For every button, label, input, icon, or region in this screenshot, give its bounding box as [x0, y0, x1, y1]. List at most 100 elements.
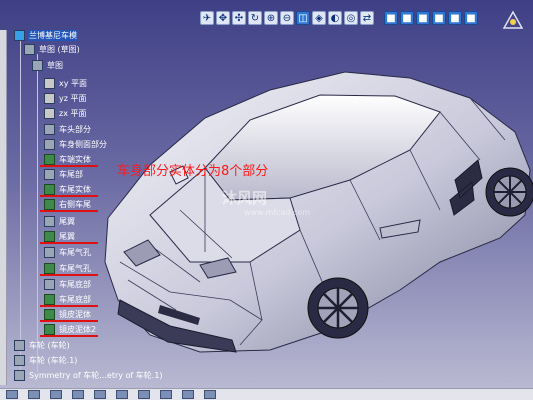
tree-item-10[interactable]: 车尾底部	[44, 279, 92, 290]
cube-view-icon-3[interactable]: ■	[416, 11, 430, 25]
gear-icon	[32, 60, 43, 71]
scene-icon[interactable]	[138, 390, 150, 399]
body-icon	[44, 324, 55, 335]
hide-show-icon[interactable]: ◎	[344, 11, 358, 25]
tree-item-sketch-group[interactable]: 草图 (草图)	[24, 44, 81, 55]
pan-icon[interactable]: ✣	[232, 11, 246, 25]
tree-item-4[interactable]: 车尾实体	[44, 184, 92, 195]
normal-view-icon[interactable]: ◫	[296, 11, 310, 25]
tree-item-sketch[interactable]: 草图	[32, 60, 64, 71]
fly-icon[interactable]: ✈	[200, 11, 214, 25]
render-icon[interactable]	[72, 390, 84, 399]
product-icon	[14, 340, 25, 351]
part-icon	[24, 44, 35, 55]
geometrical-set-icon	[44, 124, 55, 135]
swap-icon[interactable]: ⇄	[360, 11, 374, 25]
geometrical-set-icon	[44, 139, 55, 150]
tree-item-label: 右侧车尾	[59, 200, 91, 209]
update-icon[interactable]	[50, 390, 62, 399]
select-icon[interactable]	[6, 390, 18, 399]
tree-item-7[interactable]: 尾翼	[44, 231, 76, 242]
geometrical-set-icon	[44, 247, 55, 258]
watermark-logo: 沐风网	[222, 189, 268, 207]
tree-item-label: 车尾气孔	[59, 264, 91, 273]
tree-item-13[interactable]: 镜皮泥体2	[44, 324, 97, 335]
view-toolbar: ✈ ✥ ✣ ↻ ⊕ ⊖ ◫ ◈ ◐ ◎ ⇄ ■ ■ ■ ■ ■ ■	[200, 8, 478, 28]
tree-item-plane-zx[interactable]: zx 平面	[44, 108, 87, 119]
geometrical-set-icon	[44, 279, 55, 290]
tree-item-label: 车尾底部	[59, 295, 91, 304]
cube-view-icon-5[interactable]: ■	[448, 11, 462, 25]
iso-view-icon[interactable]: ◈	[312, 11, 326, 25]
red-underline	[40, 335, 98, 337]
tree-item-wheel-1[interactable]: 车轮 (车轮.1)	[14, 355, 78, 366]
tree-item-label: 草图	[47, 61, 63, 70]
tree-item-1[interactable]: 车身侧面部分	[44, 139, 108, 150]
body-icon	[44, 184, 55, 195]
red-underline	[40, 210, 98, 212]
fit-all-icon[interactable]: ✥	[216, 11, 230, 25]
tree-item-0[interactable]: 车头部分	[44, 124, 92, 135]
tree-item-label: 车端实体	[59, 155, 91, 164]
red-underline	[40, 165, 98, 167]
red-underline	[40, 305, 98, 307]
tree-connector	[20, 40, 21, 375]
rotate-icon[interactable]: ↻	[248, 11, 262, 25]
watermark-url: www.mfcad.com	[244, 208, 311, 217]
tree-item-plane-yz[interactable]: yz 平面	[44, 93, 87, 104]
product-icon	[14, 355, 25, 366]
body-icon	[44, 263, 55, 274]
material-icon[interactable]	[94, 390, 106, 399]
compass-icon[interactable]	[500, 8, 526, 34]
specification-tree: 兰博基尼车模 草图 (草图) 草图 xy 平面 yz 平面 zx 平面 车头部分	[0, 28, 200, 388]
body-icon	[44, 154, 55, 165]
measure-icon[interactable]	[28, 390, 40, 399]
tree-root-label: 兰博基尼车模	[28, 30, 78, 41]
shading-icon[interactable]: ◐	[328, 11, 342, 25]
tree-item-12[interactable]: 镜皮泥体	[44, 309, 92, 320]
environment-icon[interactable]	[204, 390, 216, 399]
product-icon	[14, 30, 25, 41]
plane-icon	[44, 108, 55, 119]
tree-item-6[interactable]: 尾翼	[44, 216, 76, 227]
tree-item-11[interactable]: 车尾底部	[44, 294, 92, 305]
tree-item-wheel-0[interactable]: 车轮 (车轮)	[14, 340, 71, 351]
tree-item-label: 镜皮泥体2	[59, 325, 97, 334]
tree-root[interactable]: 兰博基尼车模	[14, 30, 78, 41]
analysis-icon[interactable]	[116, 390, 128, 399]
cube-view-icon-1[interactable]: ■	[384, 11, 398, 25]
plane-icon	[44, 78, 55, 89]
tree-item-9[interactable]: 车尾气孔	[44, 263, 92, 274]
tree-item-label: 尾翼	[59, 217, 75, 226]
cube-view-icon-2[interactable]: ■	[400, 11, 414, 25]
camera-icon[interactable]	[160, 390, 172, 399]
tree-item-plane-xy[interactable]: xy 平面	[44, 78, 88, 89]
cube-view-icon-6[interactable]: ■	[464, 11, 478, 25]
light-icon[interactable]	[182, 390, 194, 399]
tree-connector	[37, 54, 38, 372]
tree-item-5[interactable]: 右侧车尾	[44, 199, 92, 210]
product-icon	[14, 370, 25, 381]
red-underline	[40, 274, 98, 276]
3d-viewport[interactable]: 车身部分实体分为8个部分 沐风网 www.mfcad.com ✈ ✥ ✣ ↻ ⊕…	[0, 0, 533, 388]
tree-item-label: 尾翼	[59, 232, 75, 241]
tree-item-label: 车身侧面部分	[59, 140, 107, 149]
tree-item-label: yz 平面	[59, 94, 87, 103]
tree-item-label: zx 平面	[59, 109, 87, 118]
red-underline	[40, 320, 98, 322]
tree-item-8[interactable]: 车尾气孔	[44, 247, 92, 258]
bottom-toolbar	[0, 388, 533, 400]
zoom-in-icon[interactable]: ⊕	[264, 11, 278, 25]
red-underline	[40, 195, 98, 197]
tree-item-label: 车轮 (车轮.1)	[29, 356, 78, 365]
tree-item-label: 车轮 (车轮)	[29, 341, 70, 350]
tree-item-label: 车尾气孔	[59, 248, 91, 257]
tree-item-symmetry[interactable]: Symmetry of 车轮...etry of 车轮.1)	[14, 370, 164, 381]
tree-item-2[interactable]: 车端实体	[44, 154, 92, 165]
tree-item-label: 车尾底部	[59, 280, 91, 289]
zoom-out-icon[interactable]: ⊖	[280, 11, 294, 25]
cube-view-icon-4[interactable]: ■	[432, 11, 446, 25]
tree-item-label: 镜皮泥体	[59, 310, 91, 319]
tree-item-3[interactable]: 车尾部	[44, 169, 84, 180]
tree-item-label: 车尾实体	[59, 185, 91, 194]
